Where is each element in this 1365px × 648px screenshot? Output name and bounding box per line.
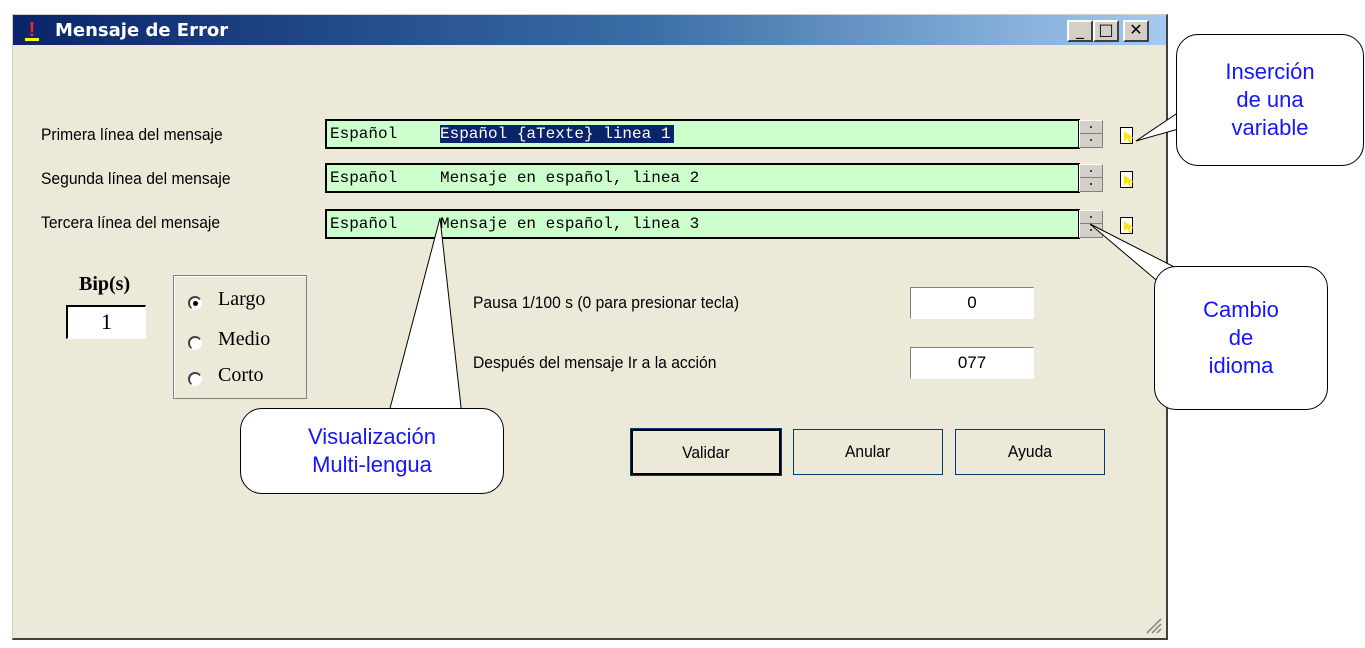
third-line-label: Tercera línea del mensaje [41, 213, 221, 232]
callout-variable-line1: Inserción [1225, 59, 1315, 84]
callout-language-line1: Cambio [1203, 297, 1279, 322]
close-button[interactable]: ✕ [1123, 20, 1149, 42]
insert-variable-icon[interactable] [1119, 171, 1135, 189]
exclamation-icon: ! [25, 19, 39, 41]
minimize-button[interactable]: _ [1067, 20, 1093, 42]
callout-language-line2: de [1228, 325, 1254, 350]
pause-label: Pausa 1/100 s (0 para presionar tecla) [473, 293, 740, 312]
first-line-input[interactable]: Español {aTexte} linea 1 [438, 119, 1080, 149]
insert-variable-icon[interactable] [1119, 127, 1135, 145]
bip-length-group: Largo Medio Corto [173, 275, 307, 399]
first-line-label: Primera línea del mensaje [41, 125, 223, 144]
radio-largo-label[interactable]: Largo [218, 288, 265, 311]
first-line-language-spinner[interactable] [1079, 120, 1103, 148]
callout-variable-insertion: Inserción de una variable [1176, 34, 1364, 166]
help-button[interactable]: Ayuda [955, 429, 1105, 475]
callout-multilanguage: Visualización Multi-lengua [240, 408, 504, 494]
validate-button[interactable]: Validar [630, 428, 782, 476]
first-line-language[interactable]: Español [325, 119, 440, 149]
maximize-button[interactable]: □ [1093, 20, 1119, 42]
radio-medio[interactable] [188, 336, 202, 350]
radio-medio-label[interactable]: Medio [218, 328, 270, 351]
insert-variable-icon[interactable] [1119, 217, 1135, 235]
cancel-button[interactable]: Anular [793, 429, 943, 475]
radio-corto-label[interactable]: Corto [218, 364, 264, 387]
pause-input[interactable]: 0 [910, 287, 1034, 319]
second-line-label: Segunda línea del mensaje [41, 169, 231, 188]
second-line-language-spinner[interactable] [1079, 164, 1103, 192]
callout-language-change: Cambio de idioma [1154, 266, 1328, 410]
callout-variable-line3: variable [1231, 115, 1309, 140]
bip-label: Bip(s) [79, 273, 131, 295]
bip-count-input[interactable]: 1 [66, 305, 146, 339]
third-line-input[interactable]: Mensaje en español, linea 3 [438, 209, 1080, 239]
radio-corto[interactable] [188, 372, 202, 386]
third-line-language[interactable]: Español [325, 209, 440, 239]
callout-multilang-line1: Visualización [307, 424, 436, 449]
callout-variable-line2: de una [1236, 87, 1304, 112]
resize-grip-icon[interactable] [1144, 616, 1162, 634]
after-action-input[interactable]: 077 [910, 347, 1034, 379]
callout-multilang-line2: Multi-lengua [312, 452, 432, 477]
first-line-text: Español {aTexte} linea 1 [440, 125, 675, 143]
callout-language-line3: idioma [1208, 353, 1274, 378]
third-line-language-spinner[interactable] [1079, 210, 1103, 238]
second-line-language[interactable]: Español [325, 163, 440, 193]
title-bar[interactable]: ! Mensaje de Error _ □ ✕ [13, 15, 1166, 45]
second-line-input[interactable]: Mensaje en español, linea 2 [438, 163, 1080, 193]
radio-largo[interactable] [188, 296, 202, 310]
window-title: Mensaje de Error [55, 20, 229, 41]
error-message-dialog: ! Mensaje de Error _ □ ✕ Primera línea d… [12, 14, 1168, 640]
after-action-label: Después del mensaje Ir a la acción [473, 353, 717, 372]
